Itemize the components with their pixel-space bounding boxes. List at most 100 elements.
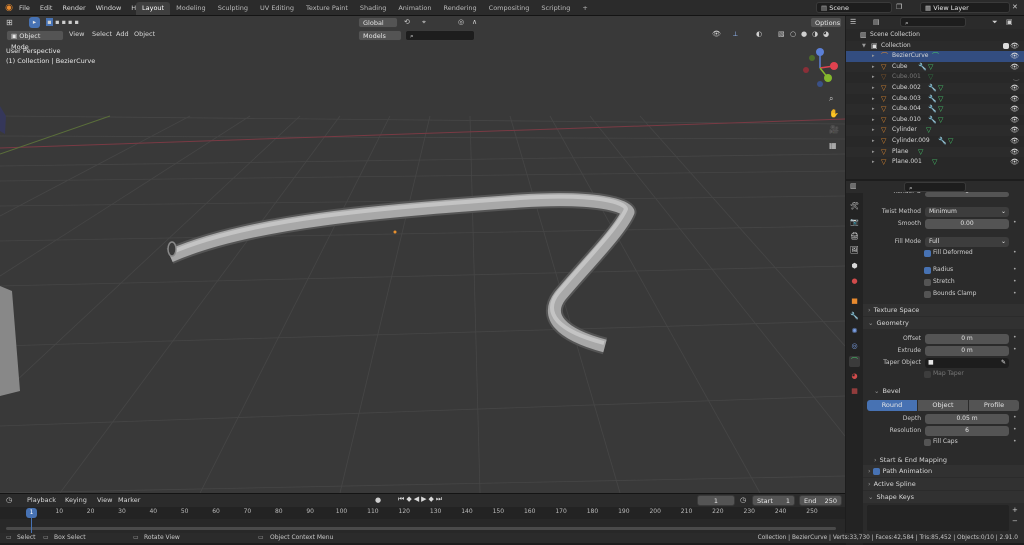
falloff-icon[interactable]: ∧ [472, 18, 477, 26]
keyframe-dot[interactable]: • [1013, 414, 1017, 421]
expand-icon[interactable]: ▸ [872, 115, 875, 126]
scene-tab-icon[interactable]: ⬢ [849, 261, 860, 272]
snap-target-selector[interactable]: Models [358, 30, 402, 41]
tab-layout[interactable]: Layout [136, 2, 171, 15]
expand-icon[interactable]: ▸ [872, 147, 875, 158]
proportional-icon[interactable]: ◎ [458, 18, 464, 26]
record-icon[interactable]: ● [375, 496, 381, 504]
clock-icon[interactable]: ◷ [740, 496, 746, 504]
transform-orientation[interactable]: Global [358, 17, 398, 28]
fill-deformed-checkbox[interactable] [924, 250, 931, 257]
physics-tab-icon[interactable]: ◎ [849, 341, 860, 352]
blender-logo-icon[interactable]: ◉ [4, 2, 14, 14]
path-animation-checkbox[interactable] [872, 467, 880, 475]
vp-menu-object[interactable]: Object [129, 28, 160, 41]
eye-icon[interactable]: 👁 [1010, 147, 1019, 158]
menu-file[interactable]: File [14, 0, 35, 16]
keyframe-dot[interactable]: • [1013, 266, 1017, 273]
timeline-track[interactable] [0, 519, 845, 533]
keying-menu[interactable]: Keying [60, 494, 92, 507]
collapse-icon[interactable]: ▼ [862, 41, 866, 52]
keyframe-dot[interactable]: • [1013, 334, 1017, 341]
camera-icon[interactable]: 🎥 [829, 125, 839, 134]
outliner-item[interactable]: ▸ ▽ Cube.004 🔧 ▽ 👁 [846, 104, 1024, 115]
active-spline-header[interactable]: › Active Spline [863, 478, 1024, 490]
keyframe-dot[interactable]: • [1013, 438, 1017, 445]
close-icon[interactable]: ✕ [1012, 3, 1018, 11]
prev-keyframe-icon[interactable]: ◆ [406, 495, 413, 503]
tab-compositing[interactable]: Compositing [483, 2, 536, 15]
properties-type-icon[interactable]: ▥ [850, 182, 857, 190]
fill-caps-checkbox[interactable] [924, 439, 931, 446]
outliner-root-row[interactable]: ▥ Scene Collection [846, 30, 1024, 41]
marker-menu[interactable]: Marker [113, 494, 145, 507]
bevel-tab-profile[interactable]: Profile [969, 400, 1019, 411]
select-subtract-icon[interactable]: ▪ [62, 18, 66, 26]
stretch-checkbox[interactable] [924, 279, 931, 286]
mode-selector[interactable]: ▣ Object Mode [6, 30, 64, 51]
outliner-search-input[interactable]: ⌕ [900, 17, 966, 27]
pivot-icon[interactable]: ⟲ [404, 18, 410, 26]
expand-icon[interactable]: ▸ [872, 51, 875, 62]
shading-material-icon[interactable]: ◑ [812, 30, 818, 38]
display-mode-icon[interactable]: ▤ [873, 18, 880, 26]
tab-uv-editing[interactable]: UV Editing [254, 2, 300, 15]
shape-keys-list[interactable] [867, 505, 1009, 531]
add-workspace-button[interactable]: + [576, 2, 593, 15]
options-dropdown[interactable]: Options [810, 17, 842, 28]
keyframe-dot[interactable]: • [1013, 278, 1017, 285]
modifier-tab-icon[interactable]: 🔧 [849, 311, 860, 322]
keyframe-dot[interactable]: • [1013, 290, 1017, 297]
render-tab-icon[interactable]: 📷 [849, 217, 860, 228]
gizmo-icon[interactable]: ⟂ [733, 30, 738, 39]
playhead[interactable]: 1 [26, 508, 37, 518]
zoom-icon[interactable]: ⌕ [829, 94, 833, 104]
resolution-field[interactable]: 6 [925, 426, 1009, 436]
visibility-icon[interactable]: 👁 [712, 30, 721, 38]
scene-selector[interactable]: ▤ Scene [816, 2, 892, 13]
collection-include-checkbox[interactable] [1003, 42, 1009, 49]
outliner-type-icon[interactable]: ☰ [850, 18, 856, 26]
eye-icon[interactable]: 👁 [1010, 136, 1019, 147]
eye-icon[interactable]: 👁 [1010, 83, 1019, 94]
outliner-collection-row[interactable]: ▼ ▣ Collection 👁 [846, 40, 1024, 52]
editor-type-icon[interactable]: ⊞ [6, 18, 13, 27]
view-layer-selector[interactable]: ▦ View Layer [920, 2, 1010, 13]
render-u-field[interactable]: 0 [925, 192, 1009, 197]
outliner-item[interactable]: ▸ ▽ Plane ▽ 👁 [846, 146, 1024, 158]
outliner-item[interactable]: ▸ ▽ Plane.001 ▽ 👁 [846, 157, 1024, 168]
copy-icon[interactable]: ❐ [896, 3, 902, 11]
play-reverse-icon[interactable]: ◀ [414, 495, 421, 503]
menu-window[interactable]: Window [91, 0, 127, 16]
pan-hand-icon[interactable]: ✋ [829, 109, 839, 118]
perspective-grid-icon[interactable]: ▦ [829, 141, 837, 150]
eye-icon[interactable]: 👁 [1010, 62, 1019, 73]
path-animation-header[interactable]: › Path Animation [863, 465, 1024, 477]
eye-icon[interactable]: 👁 [1010, 41, 1019, 52]
vp-menu-view[interactable]: View [64, 28, 89, 41]
keyframe-dot[interactable]: • [1013, 426, 1017, 433]
jump-end-icon[interactable]: ⏭ [436, 495, 444, 503]
overlay-icon[interactable]: ◐ [756, 30, 762, 38]
view-layer-tab-icon[interactable]: 🖼 [849, 245, 860, 256]
outliner-item[interactable]: ▸ ⌒ BezierCurve ⌒ 👁 [846, 51, 1024, 62]
offset-field[interactable]: 0 m [925, 334, 1009, 344]
new-collection-icon[interactable]: ▣ [1006, 18, 1013, 26]
expand-icon[interactable]: ▸ [872, 157, 875, 168]
tab-shading[interactable]: Shading [354, 2, 392, 15]
expand-icon[interactable]: ▸ [872, 104, 875, 115]
shading-rendered-icon[interactable]: ◕ [823, 30, 829, 38]
eye-icon[interactable]: 👁 [1010, 51, 1019, 62]
outliner-item[interactable]: ▸ ▽ Cube.010 🔧 ▽ 👁 [846, 115, 1024, 126]
tab-scripting[interactable]: Scripting [535, 2, 576, 15]
eyedropper-icon[interactable]: ✎ [1001, 358, 1006, 368]
select-new-icon[interactable]: ▪ [46, 18, 53, 26]
select-extend-icon[interactable]: ▪ [55, 18, 59, 26]
keyframe-dot[interactable]: • [1013, 249, 1017, 256]
output-tab-icon[interactable]: 🖨 [849, 231, 860, 242]
taper-object-field[interactable]: ■ ✎ [925, 358, 1009, 368]
eye-closed-icon[interactable]: ‿ [1013, 72, 1019, 83]
current-frame-field[interactable]: 1 [697, 495, 735, 506]
texture-space-panel-header[interactable]: › Texture Space [863, 304, 1024, 316]
smooth-field[interactable]: 0.00 [925, 219, 1009, 229]
